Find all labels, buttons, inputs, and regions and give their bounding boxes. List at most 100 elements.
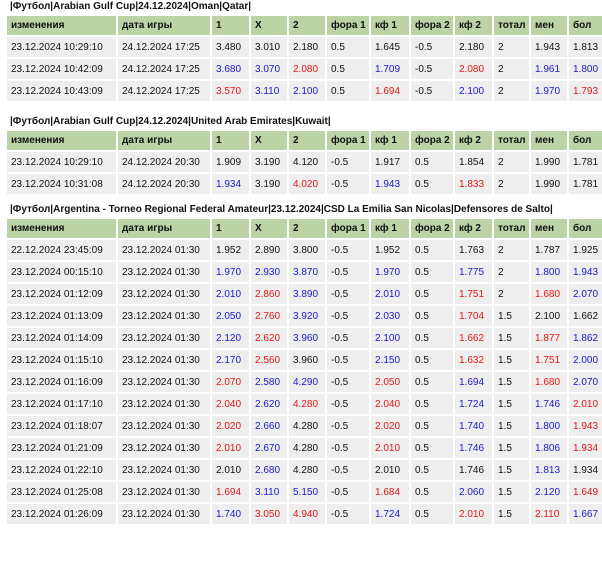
cell-under: 1.990 [531, 174, 567, 194]
cell-changed: 23.12.2024 01:16:09 [7, 372, 116, 392]
column-header-odds-x: X [251, 16, 287, 35]
cell-handicap-1: 0.5 [327, 59, 369, 79]
column-header-coef-1: кф 1 [371, 131, 409, 150]
cell-coef-2: 2.100 [455, 81, 492, 101]
cell-under: 1.746 [531, 394, 567, 414]
cell-game-date: 23.12.2024 01:30 [118, 504, 210, 524]
cell-odds-1: 2.010 [212, 460, 249, 480]
cell-total: 2 [494, 152, 529, 172]
cell-coef-1: 2.020 [371, 416, 409, 436]
cell-coef-2: 1.694 [455, 372, 492, 392]
cell-over: 2.010 [569, 394, 602, 414]
cell-handicap-1: -0.5 [327, 416, 369, 436]
cell-coef-1: 1.943 [371, 174, 409, 194]
cell-handicap-2: 0.5 [411, 284, 453, 304]
cell-over: 1.649 [569, 482, 602, 502]
column-header-odds-x: X [251, 131, 287, 150]
cell-total: 1.5 [494, 394, 529, 414]
cell-handicap-1: -0.5 [327, 394, 369, 414]
cell-odds-x: 3.070 [251, 59, 287, 79]
cell-changed: 23.12.2024 10:42:09 [7, 59, 116, 79]
cell-odds-x: 3.010 [251, 37, 287, 57]
column-header-changed: изменения [7, 219, 116, 238]
cell-coef-2: 1.746 [455, 460, 492, 480]
cell-coef-1: 2.050 [371, 372, 409, 392]
table-row: 23.12.2024 10:31:08 24.12.2024 20:30 1.934… [7, 174, 602, 194]
cell-over: 2.000 [569, 350, 602, 370]
cell-coef-1: 2.100 [371, 328, 409, 348]
cell-game-date: 23.12.2024 01:30 [118, 394, 210, 414]
cell-under: 1.961 [531, 59, 567, 79]
column-header-odds-2: 2 [289, 131, 325, 150]
cell-coef-2: 1.740 [455, 416, 492, 436]
cell-changed: 23.12.2024 10:31:08 [7, 174, 116, 194]
cell-total: 2 [494, 59, 529, 79]
cell-handicap-1: 0.5 [327, 81, 369, 101]
cell-coef-1: 1.684 [371, 482, 409, 502]
column-header-odds-1: 1 [212, 131, 249, 150]
cell-odds-x: 3.190 [251, 174, 287, 194]
cell-odds-x: 2.860 [251, 284, 287, 304]
cell-coef-2: 1.632 [455, 350, 492, 370]
table-row: 23.12.2024 01:21:09 23.12.2024 01:30 2.010… [7, 438, 602, 458]
cell-odds-x: 2.620 [251, 394, 287, 414]
table-row: 23.12.2024 10:42:09 24.12.2024 17:25 3.680… [7, 59, 602, 79]
cell-under: 2.100 [531, 306, 567, 326]
cell-odds-1: 2.010 [212, 284, 249, 304]
cell-game-date: 23.12.2024 01:30 [118, 306, 210, 326]
cell-coef-2: 1.724 [455, 394, 492, 414]
cell-changed: 23.12.2024 01:21:09 [7, 438, 116, 458]
cell-odds-1: 2.040 [212, 394, 249, 414]
column-header-under: мен [531, 16, 567, 35]
table-row: 23.12.2024 01:16:09 23.12.2024 01:30 2.070… [7, 372, 602, 392]
column-header-over: бол [569, 219, 602, 238]
column-header-over: бол [569, 131, 602, 150]
cell-handicap-1: -0.5 [327, 262, 369, 282]
table-row: 23.12.2024 01:17:10 23.12.2024 01:30 2.040… [7, 394, 602, 414]
cell-under: 1.877 [531, 328, 567, 348]
cell-handicap-2: 0.5 [411, 262, 453, 282]
cell-game-date: 23.12.2024 01:30 [118, 350, 210, 370]
cell-under: 1.800 [531, 416, 567, 436]
cell-odds-x: 2.670 [251, 438, 287, 458]
odds-table: изменения дата игры 1 X 2 фора 1 кф 1 фора 2 кф … [5, 129, 602, 196]
cell-handicap-2: 0.5 [411, 306, 453, 326]
cell-game-date: 23.12.2024 01:30 [118, 284, 210, 304]
column-header-game-date: дата игры [118, 16, 210, 35]
column-header-under: мен [531, 219, 567, 238]
cell-game-date: 24.12.2024 17:25 [118, 37, 210, 57]
cell-total: 1.5 [494, 482, 529, 502]
cell-over: 2.070 [569, 284, 602, 304]
cell-coef-2: 1.854 [455, 152, 492, 172]
cell-odds-1: 2.020 [212, 416, 249, 436]
cell-handicap-2: 0.5 [411, 174, 453, 194]
cell-odds-1: 1.909 [212, 152, 249, 172]
cell-coef-1: 1.724 [371, 504, 409, 524]
table-row: 23.12.2024 01:26:09 23.12.2024 01:30 1.740… [7, 504, 602, 524]
cell-handicap-2: 0.5 [411, 328, 453, 348]
cell-coef-2: 1.662 [455, 328, 492, 348]
cell-under: 1.800 [531, 262, 567, 282]
cell-over: 1.667 [569, 504, 602, 524]
column-header-odds-1: 1 [212, 16, 249, 35]
cell-total: 1.5 [494, 504, 529, 524]
column-header-odds-1: 1 [212, 219, 249, 238]
table-row: 23.12.2024 10:29:10 24.12.2024 20:30 1.909… [7, 152, 602, 172]
cell-changed: 23.12.2024 01:25:08 [7, 482, 116, 502]
cell-odds-2: 2.180 [289, 37, 325, 57]
column-header-odds-x: X [251, 219, 287, 238]
cell-odds-2: 4.280 [289, 460, 325, 480]
cell-game-date: 24.12.2024 17:25 [118, 59, 210, 79]
cell-odds-x: 2.680 [251, 460, 287, 480]
cell-odds-x: 2.890 [251, 240, 287, 260]
cell-changed: 23.12.2024 01:13:09 [7, 306, 116, 326]
cell-odds-2: 4.120 [289, 152, 325, 172]
cell-odds-2: 4.280 [289, 394, 325, 414]
cell-over: 1.781 [569, 174, 602, 194]
cell-odds-x: 2.930 [251, 262, 287, 282]
column-header-coef-1: кф 1 [371, 16, 409, 35]
cell-odds-x: 2.660 [251, 416, 287, 436]
cell-over: 1.934 [569, 438, 602, 458]
table-row: 22.12.2024 23:45:09 23.12.2024 01:30 1.952… [7, 240, 602, 260]
